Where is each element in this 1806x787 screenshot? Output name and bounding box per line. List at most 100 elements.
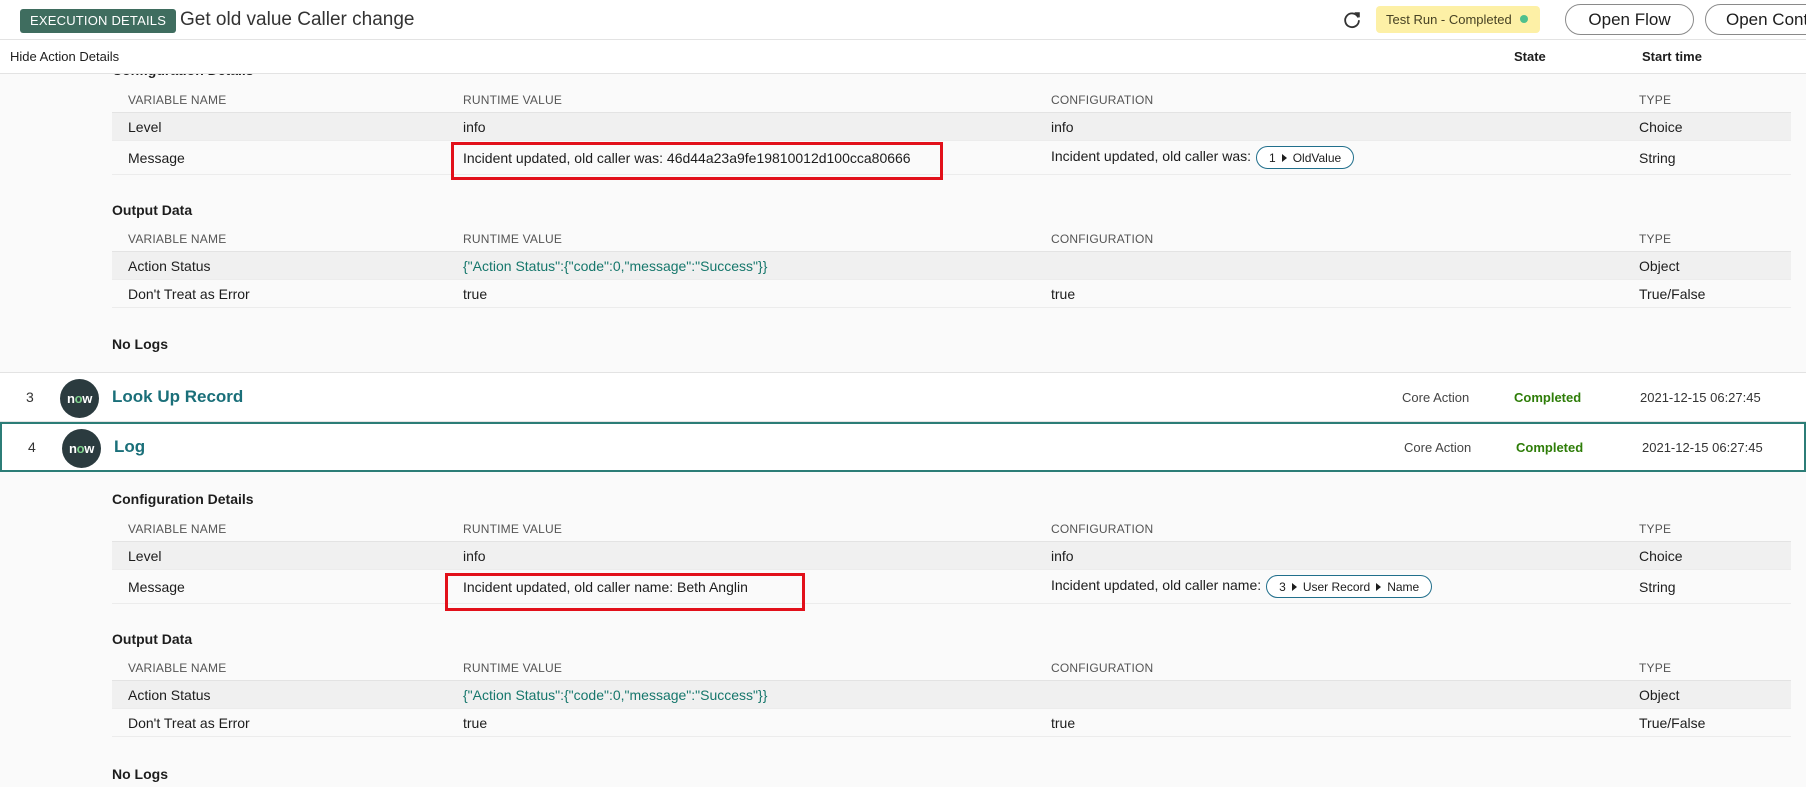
step-state: Completed [1514, 390, 1582, 405]
column-header-start-time: Start time [1642, 49, 1702, 64]
hide-action-details-link[interactable]: Hide Action Details [10, 49, 119, 64]
output-table: VARIABLE NAME RUNTIME VALUE CONFIGURATIO… [112, 653, 1791, 737]
configuration-table: VARIABLE NAME RUNTIME VALUE CONFIGURATIO… [112, 514, 1791, 604]
execution-content[interactable]: Configuration Details VARIABLE NAME RUNT… [0, 74, 1806, 787]
column-variable-name: VARIABLE NAME [128, 232, 227, 246]
data-pill-user-record-name[interactable]: 3 User Record Name [1266, 575, 1433, 598]
step-name-link[interactable]: Look Up Record [112, 387, 243, 407]
column-configuration: CONFIGURATION [1051, 232, 1154, 246]
no-logs-label: No Logs [112, 336, 168, 352]
servicenow-logo-icon: now [62, 429, 101, 468]
variable-name: Don't Treat as Error [128, 715, 250, 731]
pill-step-number: 1 [1269, 151, 1276, 165]
configuration-value: Incident updated, old caller name: 3 User … [1051, 575, 1433, 598]
type-value: String [1639, 150, 1676, 166]
flow-title: Get old value Caller change [180, 9, 415, 30]
pill-step-number: 3 [1279, 580, 1286, 594]
output-table: VARIABLE NAME RUNTIME VALUE CONFIGURATIO… [112, 224, 1791, 308]
step-type: Core Action [1402, 390, 1470, 405]
configuration-value: Incident updated, old caller was: 1 OldVal… [1051, 146, 1355, 169]
open-context-button[interactable]: Open Context [1705, 4, 1806, 35]
pill-arrow-icon [1376, 583, 1382, 591]
runtime-value[interactable]: {"Action Status":{"code":0,"message":"Su… [463, 258, 767, 274]
column-runtime-value: RUNTIME VALUE [463, 522, 563, 536]
type-value: String [1639, 579, 1676, 595]
table-header: VARIABLE NAME RUNTIME VALUE CONFIGURATIO… [112, 224, 1791, 252]
table-row: Message Incident updated, old caller nam… [112, 570, 1791, 604]
runtime-value[interactable]: {"Action Status":{"code":0,"message":"Su… [463, 687, 767, 703]
step-row-look-up-record[interactable]: 3 now Look Up Record Core Action Complet… [0, 372, 1806, 422]
runtime-value: info [463, 548, 486, 564]
column-runtime-value: RUNTIME VALUE [463, 93, 563, 107]
configuration-text: Incident updated, old caller was: [1051, 148, 1252, 165]
column-configuration: CONFIGURATION [1051, 661, 1154, 675]
variable-name: Level [128, 119, 162, 135]
pill-record: User Record [1302, 580, 1371, 594]
type-value: Object [1639, 687, 1680, 703]
variable-name: Message [128, 150, 185, 166]
variable-name: Level [128, 548, 162, 564]
pill-arrow-icon [1281, 154, 1287, 162]
configuration-value: true [1051, 715, 1076, 731]
runtime-value: Incident updated, old caller was: 46d44a… [463, 150, 911, 166]
table-row: Level info info Choice [112, 542, 1791, 570]
table-header: VARIABLE NAME RUNTIME VALUE CONFIGURATIO… [112, 85, 1791, 113]
step-number: 3 [26, 389, 34, 405]
variable-name: Message [128, 579, 185, 595]
column-variable-name: VARIABLE NAME [128, 93, 227, 107]
refresh-icon[interactable] [1341, 9, 1363, 31]
test-run-status-label: Test Run - Completed [1386, 12, 1512, 27]
section-title-configuration-details: Configuration Details [112, 491, 254, 507]
type-value: True/False [1639, 715, 1706, 731]
runtime-value: info [463, 119, 486, 135]
data-pill-old-value[interactable]: 1 OldValue [1256, 146, 1355, 169]
column-variable-name: VARIABLE NAME [128, 522, 227, 536]
column-type: TYPE [1639, 93, 1672, 107]
runtime-value: Incident updated, old caller name: Beth … [463, 579, 748, 595]
runtime-value: true [463, 286, 488, 302]
test-run-status-badge: Test Run - Completed [1376, 6, 1540, 33]
table-row: Don't Treat as Error true true True/Fals… [112, 280, 1791, 308]
column-type: TYPE [1639, 232, 1672, 246]
top-bar: EXECUTION DETAILS Get old value Caller c… [0, 0, 1806, 40]
table-row: Message Incident updated, old caller was… [112, 141, 1791, 175]
steps-header: Hide Action Details State Start time [0, 40, 1806, 74]
servicenow-logo-icon: now [60, 379, 99, 418]
section-title-configuration-details: Configuration Details [112, 74, 254, 78]
table-row: Action Status {"Action Status":{"code":0… [112, 252, 1791, 280]
step-4-details: Configuration Details VARIABLE NAME RUNT… [0, 472, 1806, 787]
step-type: Core Action [1404, 440, 1472, 455]
step-row-log[interactable]: 4 now Log Core Action Completed 2021-12-… [0, 422, 1806, 472]
table-row: Level info info Choice [112, 113, 1791, 141]
variable-name: Action Status [128, 687, 211, 703]
configuration-value: info [1051, 119, 1074, 135]
variable-name: Action Status [128, 258, 211, 274]
type-value: Choice [1639, 548, 1683, 564]
table-header: VARIABLE NAME RUNTIME VALUE CONFIGURATIO… [112, 514, 1791, 542]
configuration-value: info [1051, 548, 1074, 564]
column-runtime-value: RUNTIME VALUE [463, 661, 563, 675]
variable-name: Don't Treat as Error [128, 286, 250, 302]
open-flow-button[interactable]: Open Flow [1565, 4, 1694, 35]
no-logs-label: No Logs [112, 766, 168, 782]
table-row: Action Status {"Action Status":{"code":0… [112, 681, 1791, 709]
column-type: TYPE [1639, 661, 1672, 675]
step-start-time: 2021-12-15 06:27:45 [1640, 390, 1761, 405]
column-runtime-value: RUNTIME VALUE [463, 232, 563, 246]
column-type: TYPE [1639, 522, 1672, 536]
step-start-time: 2021-12-15 06:27:45 [1642, 440, 1763, 455]
step-state: Completed [1516, 440, 1584, 455]
configuration-table: VARIABLE NAME RUNTIME VALUE CONFIGURATIO… [112, 85, 1791, 175]
pill-field: Name [1387, 580, 1420, 594]
column-configuration: CONFIGURATION [1051, 93, 1154, 107]
pill-arrow-icon [1291, 583, 1297, 591]
configuration-text: Incident updated, old caller name: [1051, 577, 1262, 594]
section-title-output-data: Output Data [112, 202, 193, 218]
status-dot-icon [1519, 15, 1528, 23]
runtime-value: true [463, 715, 488, 731]
step-name-link[interactable]: Log [114, 437, 145, 457]
execution-details-badge: EXECUTION DETAILS [20, 9, 177, 33]
configuration-value: true [1051, 286, 1076, 302]
pill-field: OldValue [1292, 151, 1342, 165]
type-value: True/False [1639, 286, 1706, 302]
